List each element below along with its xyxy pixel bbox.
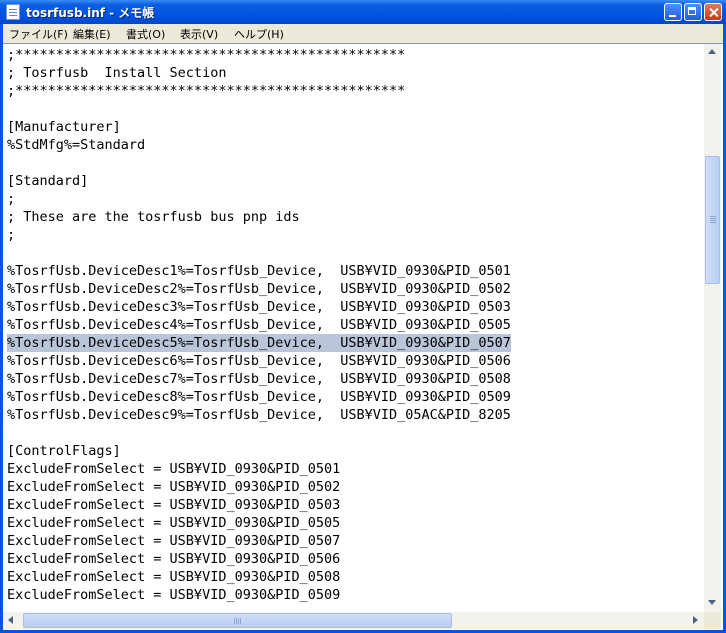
horizontal-scrollbar[interactable] (3, 612, 704, 629)
text-line[interactable]: %TosrfUsb.DeviceDesc1%=TosrfUsb_Device, … (7, 262, 511, 280)
text-line[interactable]: %TosrfUsb.DeviceDesc2%=TosrfUsb_Device, … (7, 280, 511, 298)
menu-format[interactable]: 書式(O) (126, 26, 165, 42)
minimize-button[interactable] (664, 3, 682, 21)
text-line[interactable]: ; (7, 190, 15, 208)
text-line[interactable]: %TosrfUsb.DeviceDesc6%=TosrfUsb_Device, … (7, 352, 511, 370)
maximize-button[interactable] (684, 3, 702, 21)
text-line[interactable]: %TosrfUsb.DeviceDesc3%=TosrfUsb_Device, … (7, 298, 511, 316)
text-line[interactable]: ; (7, 226, 15, 244)
text-line[interactable]: [Standard] (7, 172, 88, 190)
menu-file[interactable]: ファイル(F) (9, 26, 68, 42)
scroll-left-arrow-icon[interactable] (3, 612, 20, 629)
menu-view[interactable]: 表示(V) (180, 26, 218, 42)
text-line[interactable]: ExcludeFromSelect = USB¥VID_0930&PID_050… (7, 514, 340, 532)
vertical-scrollbar[interactable] (704, 44, 721, 612)
text-line[interactable]: [ControlFlags] (7, 442, 121, 460)
text-line[interactable]: [Manufacturer] (7, 118, 121, 136)
vertical-scroll-thumb[interactable] (705, 156, 720, 284)
text-line[interactable]: %TosrfUsb.DeviceDesc8%=TosrfUsb_Device, … (7, 388, 511, 406)
selected-text-line[interactable]: %TosrfUsb.DeviceDesc5%=TosrfUsb_Device, … (7, 334, 511, 352)
window-title: tosrfusb.inf - メモ帳 (26, 6, 155, 20)
text-line[interactable]: ExcludeFromSelect = USB¥VID_0930&PID_050… (7, 586, 340, 604)
text-line[interactable]: ExcludeFromSelect = USB¥VID_0930&PID_050… (7, 568, 340, 586)
text-line[interactable]: ExcludeFromSelect = USB¥VID_0930&PID_050… (7, 496, 340, 514)
menu-edit[interactable]: 編集(E) (73, 26, 111, 42)
size-grip[interactable] (704, 612, 721, 629)
horizontal-scroll-thumb[interactable] (23, 613, 452, 628)
text-line[interactable]: ExcludeFromSelect = USB¥VID_0930&PID_050… (7, 532, 340, 550)
scroll-down-arrow-icon[interactable] (704, 595, 721, 612)
text-line[interactable]: %TosrfUsb.DeviceDesc9%=TosrfUsb_Device, … (7, 406, 511, 424)
text-line[interactable]: ExcludeFromSelect = USB¥VID_0930&PID_050… (7, 550, 340, 568)
text-line[interactable]: ExcludeFromSelect = USB¥VID_0930&PID_050… (7, 460, 340, 478)
notepad-window: tosrfusb.inf - メモ帳 ファイル(F) 編集(E) 書式(O) 表… (0, 0, 726, 633)
notepad-icon[interactable] (6, 4, 20, 20)
text-line[interactable]: %TosrfUsb.DeviceDesc4%=TosrfUsb_Device, … (7, 316, 511, 334)
title-bar[interactable]: tosrfusb.inf - メモ帳 (0, 0, 726, 24)
menu-help[interactable]: ヘルプ(H) (234, 26, 284, 42)
text-line[interactable]: ; These are the tosrfusb bus pnp ids (7, 208, 300, 226)
text-line[interactable]: ;***************************************… (7, 82, 405, 100)
text-line[interactable]: ;***************************************… (7, 46, 405, 64)
text-line[interactable]: ; Tosrfusb Install Section (7, 64, 226, 82)
close-button[interactable] (704, 3, 722, 21)
text-editor[interactable]: ;***************************************… (7, 46, 704, 611)
text-line[interactable]: %TosrfUsb.DeviceDesc7%=TosrfUsb_Device, … (7, 370, 511, 388)
scroll-up-arrow-icon[interactable] (704, 44, 721, 61)
menu-bar: ファイル(F) 編集(E) 書式(O) 表示(V) ヘルプ(H) (3, 24, 723, 43)
scroll-right-arrow-icon[interactable] (687, 612, 704, 629)
text-line[interactable]: %StdMfg%=Standard (7, 136, 145, 154)
client-area: ;***************************************… (3, 43, 723, 630)
text-line[interactable]: ExcludeFromSelect = USB¥VID_0930&PID_050… (7, 478, 340, 496)
